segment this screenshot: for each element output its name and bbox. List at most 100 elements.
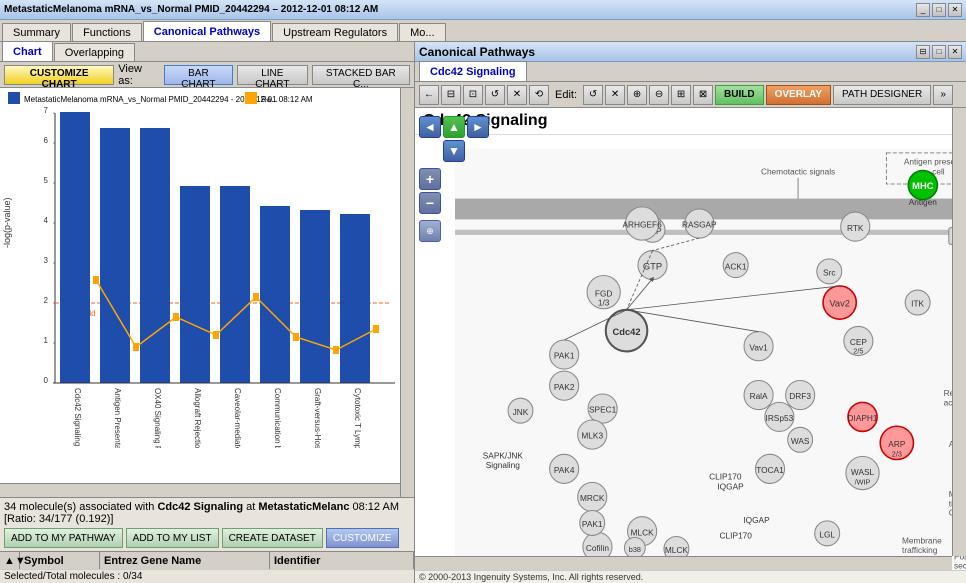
build-button[interactable]: BUILD bbox=[715, 85, 764, 105]
svg-text:6: 6 bbox=[44, 136, 49, 145]
svg-text:IRSp53: IRSp53 bbox=[766, 413, 794, 423]
zoom-out-button[interactable]: − bbox=[419, 192, 441, 214]
svg-text:RASGAP: RASGAP bbox=[682, 220, 717, 230]
right-nav-square[interactable]: ⊡ bbox=[463, 85, 483, 105]
svg-text:WASL: WASL bbox=[851, 467, 875, 477]
edit-zoom-out[interactable]: ⊖ bbox=[649, 85, 669, 105]
customize-chart-button[interactable]: CUSTOMIZE CHART bbox=[4, 65, 114, 85]
line-chart-button[interactable]: LINE CHART bbox=[237, 65, 308, 85]
nav-left[interactable]: ◄ bbox=[419, 116, 441, 138]
right-nav-back[interactable]: ← bbox=[419, 85, 439, 105]
edit-zoom-fit[interactable]: ⊞ bbox=[671, 85, 691, 105]
zoom-in-button[interactable]: + bbox=[419, 168, 441, 190]
tab-more[interactable]: Mo... bbox=[399, 23, 445, 41]
status-text: 34 molecule(s) associated with Cdc42 Sig… bbox=[4, 501, 410, 525]
svg-text:Antigen Presentation Pathway: Antigen Presentation Pathway bbox=[113, 388, 122, 448]
gene-name-col[interactable]: Entrez Gene Name bbox=[100, 552, 270, 569]
right-nav-close-x[interactable]: ✕ bbox=[507, 85, 527, 105]
svg-text:WAS: WAS bbox=[791, 436, 810, 446]
svg-text:Allograft Rejection Signaling: Allograft Rejection Signaling bbox=[193, 388, 202, 448]
close-button[interactable]: ✕ bbox=[948, 3, 962, 17]
symbol-col[interactable]: Symbol bbox=[20, 552, 100, 569]
svg-text:TOCA1: TOCA1 bbox=[756, 465, 784, 475]
svg-text:Communication between Innate a: Communication between Innate and Adaptiv… bbox=[273, 388, 282, 448]
right-panel: Canonical Pathways ⊟ □ ✕ Cdc42 Signaling… bbox=[415, 42, 966, 583]
svg-text:ITK: ITK bbox=[911, 299, 924, 309]
svg-text:JNK: JNK bbox=[513, 407, 529, 417]
svg-text:Src: Src bbox=[823, 268, 835, 278]
nav-down[interactable]: ▼ bbox=[443, 140, 465, 162]
path-designer-button[interactable]: PATH DESIGNER bbox=[833, 85, 931, 105]
right-panel-title: Canonical Pathways bbox=[419, 45, 535, 59]
molecule-table-header: ▲▼ Symbol Entrez Gene Name Identifier bbox=[0, 551, 414, 569]
tab-chart[interactable]: Chart bbox=[2, 41, 53, 61]
chart-toolbar: CUSTOMIZE CHART View as: BAR CHART LINE … bbox=[0, 62, 414, 88]
right-restore-button[interactable]: □ bbox=[932, 45, 946, 59]
nav-right[interactable]: ► bbox=[467, 116, 489, 138]
tab-functions[interactable]: Functions bbox=[72, 23, 142, 41]
edit-zoom-in[interactable]: ⊕ bbox=[627, 85, 647, 105]
create-dataset-button[interactable]: CREATE DATASET bbox=[222, 528, 323, 548]
tab-canonical-pathways[interactable]: Canonical Pathways bbox=[143, 21, 271, 41]
svg-text:1/3: 1/3 bbox=[598, 298, 610, 308]
svg-text:IQGAP: IQGAP bbox=[717, 482, 744, 492]
view-as-label: View as: bbox=[118, 63, 158, 87]
customize-button[interactable]: CUSTOMIZE bbox=[326, 528, 399, 548]
edit-refresh[interactable]: ↺ bbox=[583, 85, 603, 105]
svg-text:RTK: RTK bbox=[847, 223, 864, 233]
second-tab-bar: Chart Overlapping bbox=[0, 42, 414, 62]
right-minimize-button[interactable]: ⊟ bbox=[916, 45, 930, 59]
right-nav-minus[interactable]: ⊟ bbox=[441, 85, 461, 105]
right-close-button[interactable]: ✕ bbox=[948, 45, 962, 59]
bar-chart-button[interactable]: BAR CHART bbox=[164, 65, 233, 85]
pathway-bottom-scrollbar[interactable] bbox=[415, 556, 952, 570]
add-to-list-button[interactable]: ADD TO MY LIST bbox=[126, 528, 219, 548]
tab-overlapping[interactable]: Overlapping bbox=[54, 43, 135, 61]
svg-text:3: 3 bbox=[44, 256, 49, 265]
chart-bottom-scrollbar[interactable] bbox=[0, 483, 400, 497]
right-nav-refresh[interactable]: ↺ bbox=[485, 85, 505, 105]
minimize-button[interactable]: _ bbox=[916, 3, 930, 17]
pathway-content: Cdc42 Signaling ◄ ▲ ► ▼ + − ⊕ bbox=[415, 108, 966, 570]
right-nav-reload[interactable]: ⟲ bbox=[529, 85, 549, 105]
pathway-right-scrollbar[interactable] bbox=[952, 108, 966, 556]
svg-text:ARHGEF6: ARHGEF6 bbox=[623, 220, 663, 230]
nav-target[interactable]: ⊕ bbox=[419, 220, 441, 242]
sort-col[interactable]: ▲▼ bbox=[0, 552, 20, 569]
maximize-button[interactable]: □ bbox=[932, 3, 946, 17]
svg-text:ACK1: ACK1 bbox=[725, 261, 747, 271]
svg-text:-log(p-value): -log(p-value) bbox=[2, 197, 12, 248]
svg-text:MHC: MHC bbox=[912, 181, 934, 191]
inner-tab-cdc42[interactable]: Cdc42 Signaling bbox=[419, 61, 527, 81]
copyright-text: © 2000-2013 Ingenuity Systems, Inc. All … bbox=[415, 570, 966, 583]
svg-text:PAK2: PAK2 bbox=[554, 382, 575, 392]
svg-text:Signaling: Signaling bbox=[486, 460, 521, 470]
window-title: MetastaticMelanoma mRNA_vs_Normal PMID_2… bbox=[4, 4, 378, 15]
svg-text:MLCK: MLCK bbox=[631, 527, 655, 537]
svg-text:7: 7 bbox=[44, 106, 49, 115]
nav-buttons-container: ◄ ▲ ► ▼ + − ⊕ bbox=[419, 116, 489, 242]
stacked-bar-button[interactable]: STACKED BAR C... bbox=[312, 65, 410, 85]
right-title-bar: Canonical Pathways ⊟ □ ✕ bbox=[415, 42, 966, 62]
bottom-action-area: 34 molecule(s) associated with Cdc42 Sig… bbox=[0, 497, 414, 551]
add-to-pathway-button[interactable]: ADD TO MY PATHWAY bbox=[4, 528, 123, 548]
svg-text:2/5: 2/5 bbox=[853, 346, 863, 355]
svg-text:PAK1: PAK1 bbox=[582, 519, 603, 529]
svg-text:Caveolar-mediated Endocytosis: Caveolar-mediated Endocytosis Signaling bbox=[233, 388, 242, 448]
edit-close[interactable]: ✕ bbox=[605, 85, 625, 105]
identifier-col[interactable]: Identifier bbox=[270, 552, 414, 569]
nav-up[interactable]: ▲ bbox=[443, 116, 465, 138]
right-expand-button[interactable]: » bbox=[933, 85, 953, 105]
tab-upstream-regulators[interactable]: Upstream Regulators bbox=[272, 23, 398, 41]
svg-text:CLIP170: CLIP170 bbox=[720, 531, 753, 541]
svg-text:5: 5 bbox=[44, 176, 49, 185]
edit-zoom-reset[interactable]: ⊠ bbox=[693, 85, 713, 105]
overlay-button[interactable]: OVERLAY bbox=[766, 85, 831, 105]
chart-right-scrollbar[interactable] bbox=[400, 88, 414, 497]
svg-text:LGL: LGL bbox=[819, 529, 835, 539]
action-buttons: ADD TO MY PATHWAY ADD TO MY LIST CREATE … bbox=[4, 528, 410, 548]
svg-text:MRCK: MRCK bbox=[580, 493, 605, 503]
pathway-diagram-title: Cdc42 Signaling bbox=[415, 108, 966, 135]
svg-text:4: 4 bbox=[44, 216, 49, 225]
tab-summary[interactable]: Summary bbox=[2, 23, 71, 41]
